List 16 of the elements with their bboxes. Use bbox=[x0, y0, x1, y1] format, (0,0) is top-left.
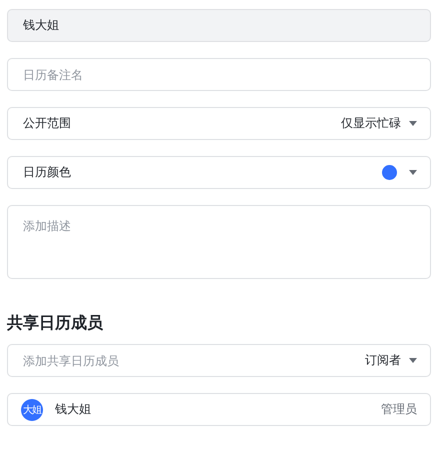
color-label: 日历颜色 bbox=[23, 164, 71, 181]
visibility-value: 仅显示忙碌 bbox=[341, 115, 401, 132]
caret-icon bbox=[409, 358, 417, 363]
role-select[interactable]: 订阅者 bbox=[365, 352, 417, 369]
color-select[interactable]: 日历颜色 bbox=[7, 156, 431, 189]
section-title: 共享日历成员 bbox=[7, 312, 104, 334]
member-role: 管理员 bbox=[381, 401, 417, 418]
avatar: 大姐 bbox=[21, 398, 43, 420]
remark-name-field[interactable]: 日历备注名 bbox=[7, 58, 431, 91]
member-name: 钱大姐 bbox=[55, 401, 91, 418]
visibility-select[interactable]: 公开范围 仅显示忙碌 bbox=[7, 107, 431, 140]
caret-icon bbox=[409, 121, 417, 126]
add-member-field[interactable]: 添加共享日历成员 订阅者 bbox=[7, 344, 431, 377]
description-field[interactable]: 添加描述 bbox=[7, 205, 431, 279]
caret-icon bbox=[409, 170, 417, 175]
visibility-label: 公开范围 bbox=[23, 115, 71, 132]
